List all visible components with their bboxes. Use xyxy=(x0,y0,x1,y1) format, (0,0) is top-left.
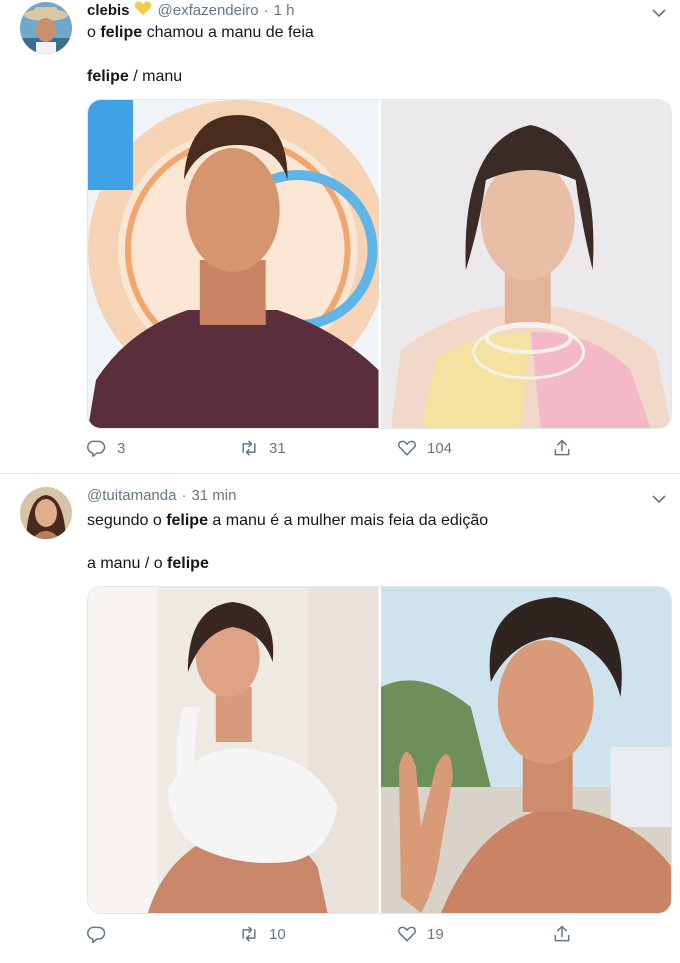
reply-icon xyxy=(87,440,106,458)
chevron-down-icon[interactable] xyxy=(652,5,666,18)
display-name[interactable]: clebis xyxy=(87,2,130,19)
tweet-header: @tuitamanda · 31 min xyxy=(87,487,236,504)
retweet-icon xyxy=(242,926,256,942)
avatar[interactable] xyxy=(20,2,72,54)
separator-dot: · xyxy=(263,1,269,19)
like-icon xyxy=(398,926,416,942)
share-button[interactable] xyxy=(552,438,582,458)
reply-button[interactable]: 3 xyxy=(87,438,125,458)
photo-woman-portrait xyxy=(380,100,671,428)
tweet[interactable]: @tuitamanda · 31 min segundo o felipe a … xyxy=(0,474,680,963)
retweet-icon xyxy=(242,440,256,456)
bold-text: felipe xyxy=(87,68,129,85)
share-button[interactable] xyxy=(552,924,582,944)
bold-text: felipe xyxy=(166,512,208,529)
retweet-count: 10 xyxy=(269,925,286,943)
photo-right[interactable] xyxy=(380,100,671,428)
retweet-count: 31 xyxy=(269,439,286,457)
like-button[interactable]: 19 xyxy=(397,924,444,944)
share-icon xyxy=(554,925,570,942)
share-icon xyxy=(554,439,570,456)
timestamp[interactable]: 1 h xyxy=(274,2,295,19)
tweet-header: clebis @exfazendeiro · 1 h xyxy=(87,0,295,20)
retweet-button[interactable]: 10 xyxy=(239,924,286,944)
media-grid xyxy=(87,586,672,914)
reply-button[interactable] xyxy=(87,924,117,944)
photo-man-portrait xyxy=(88,100,379,428)
avatar-image xyxy=(20,2,72,54)
bold-text: felipe xyxy=(167,555,209,572)
tweet-text-line: o felipe chamou a manu de feia xyxy=(87,24,314,41)
avatar[interactable] xyxy=(20,487,72,539)
photo-man-selfie xyxy=(380,587,671,913)
retweet-button[interactable]: 31 xyxy=(239,438,286,458)
like-icon xyxy=(398,440,416,456)
reply-icon xyxy=(87,926,106,944)
tweet[interactable]: clebis @exfazendeiro · 1 h o felipe cham… xyxy=(0,0,680,474)
media-grid xyxy=(87,99,672,429)
like-count: 19 xyxy=(427,925,444,943)
chevron-down-icon[interactable] xyxy=(652,491,666,504)
tweet-text-line: a manu / o felipe xyxy=(87,555,209,572)
photo-left[interactable] xyxy=(88,587,379,913)
tweet-text-line: segundo o felipe a manu é a mulher mais … xyxy=(87,512,489,529)
yellow-heart-icon xyxy=(134,0,152,20)
tweet-text-line: felipe / manu xyxy=(87,68,183,85)
photo-left[interactable] xyxy=(88,100,379,428)
reply-count: 3 xyxy=(117,439,126,457)
tweet-actions: 10 19 xyxy=(87,924,587,948)
bold-text: felipe xyxy=(100,24,143,41)
photo-woman-seated xyxy=(88,587,379,913)
avatar-image xyxy=(20,487,72,539)
like-button[interactable]: 104 xyxy=(397,438,452,458)
separator-dot: · xyxy=(181,487,187,504)
like-count: 104 xyxy=(427,439,453,457)
tweet-actions: 3 31 104 xyxy=(87,438,587,462)
handle[interactable]: @tuitamanda xyxy=(87,487,176,504)
timestamp[interactable]: 31 min xyxy=(191,487,236,504)
handle[interactable]: @exfazendeiro xyxy=(158,2,259,19)
photo-right[interactable] xyxy=(380,587,671,913)
